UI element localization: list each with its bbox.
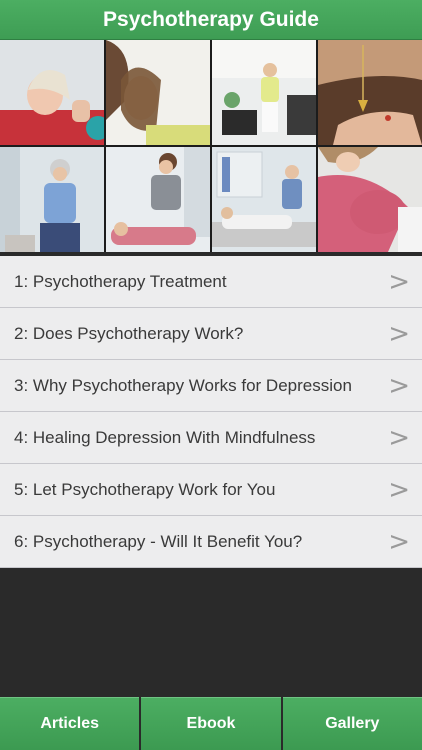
article-list: 1: Psychotherapy Treatment > 2: Does Psy… — [0, 256, 422, 568]
list-item-label: 5: Let Psychotherapy Work for You — [14, 479, 276, 499]
woman-relaxing-photo[interactable] — [0, 40, 104, 145]
chevron-right-icon: > — [388, 474, 410, 505]
photo-gallery — [0, 40, 422, 252]
chevron-right-icon: > — [388, 422, 410, 453]
tab-bar: Articles Ebook Gallery — [0, 697, 422, 750]
list-item-label: 1: Psychotherapy Treatment — [14, 271, 227, 291]
list-item[interactable]: 2: Does Psychotherapy Work? > — [0, 308, 422, 360]
pendulum-hypnosis-photo[interactable] — [318, 40, 422, 145]
list-item-label: 6: Psychotherapy - Will It Benefit You? — [14, 531, 303, 551]
chevron-right-icon: > — [388, 318, 410, 349]
list-item[interactable]: 6: Psychotherapy - Will It Benefit You? … — [0, 516, 422, 568]
tab-ebook[interactable]: Ebook — [141, 697, 281, 750]
patient-lying-photo[interactable] — [212, 147, 316, 252]
list-item[interactable]: 5: Let Psychotherapy Work for You > — [0, 464, 422, 516]
tab-articles[interactable]: Articles — [0, 697, 140, 750]
nav-bar: Psychotherapy Guide — [0, 0, 422, 40]
chevron-right-icon: > — [388, 526, 410, 557]
list-item[interactable]: 4: Healing Depression With Mindfulness > — [0, 412, 422, 464]
therapy-session-photo[interactable] — [212, 40, 316, 145]
list-item-label: 2: Does Psychotherapy Work? — [14, 323, 244, 343]
list-item-label: 4: Healing Depression With Mindfulness — [14, 427, 316, 447]
woman-on-couch-photo[interactable] — [106, 40, 210, 145]
pregnant-woman-photo[interactable] — [318, 147, 422, 252]
list-item[interactable]: 3: Why Psychotherapy Works for Depressio… — [0, 360, 422, 412]
chevron-right-icon: > — [388, 370, 410, 401]
list-item-label: 3: Why Psychotherapy Works for Depressio… — [14, 375, 352, 395]
tab-gallery[interactable]: Gallery — [282, 697, 422, 750]
therapist-with-client-photo[interactable] — [106, 147, 210, 252]
list-item[interactable]: 1: Psychotherapy Treatment > — [0, 256, 422, 308]
chevron-right-icon: > — [388, 266, 410, 297]
counselor-gesturing-photo[interactable] — [0, 147, 104, 252]
page-title: Psychotherapy Guide — [103, 7, 319, 31]
